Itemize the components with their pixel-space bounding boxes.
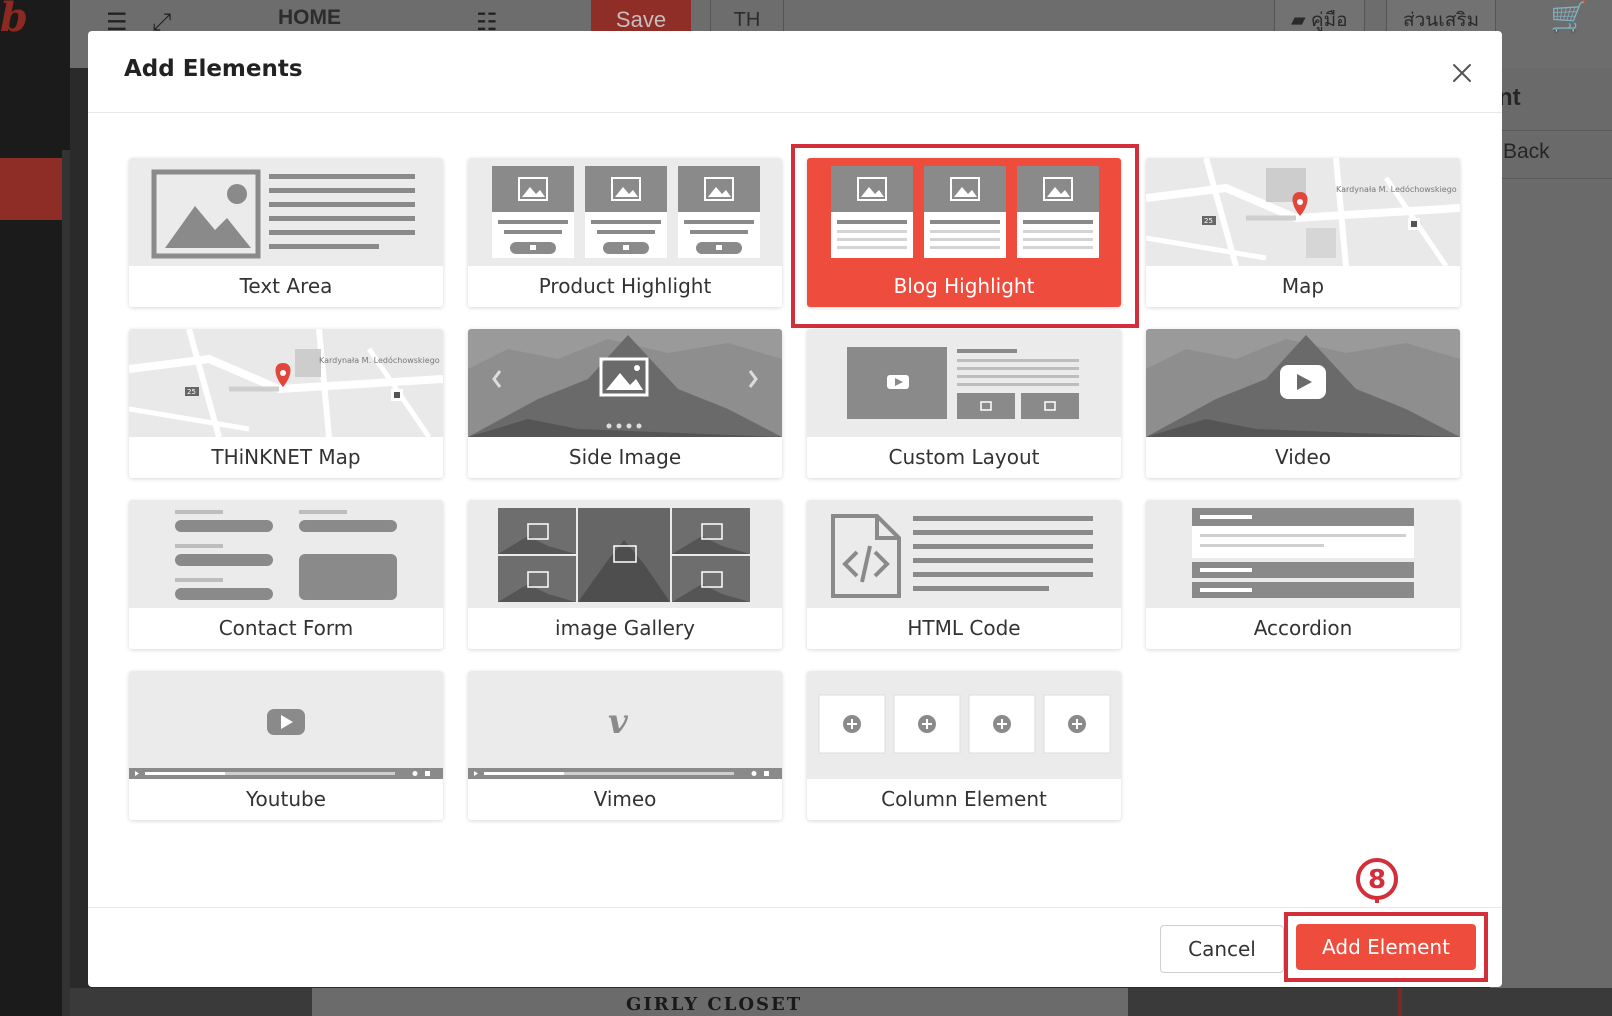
modal-footer: Cancel Add Element	[88, 907, 1502, 987]
brand-logo: b	[0, 0, 28, 41]
close-icon[interactable]	[1446, 57, 1478, 89]
column-element-thumbnail	[807, 671, 1121, 779]
element-label: THiNKNET Map	[211, 445, 361, 469]
element-label: Youtube	[246, 787, 326, 811]
side-panel: nt Back	[1490, 68, 1612, 1016]
cart-icon[interactable]: 🛒	[1550, 0, 1587, 35]
page-name[interactable]: HOME	[278, 6, 341, 30]
element-label: Video	[1274, 445, 1332, 469]
video-thumbnail	[1146, 329, 1460, 437]
add-elements-modal: Add Elements Text Area Product Highlight…	[88, 31, 1502, 987]
element-card-side-image[interactable]: Side Image	[468, 329, 782, 478]
element-card-thinknet-map[interactable]: Kardynała M. Ledóchowskiego 25 THiNKNET …	[129, 329, 443, 478]
element-card-vimeo[interactable]: v Vimeo	[468, 671, 782, 820]
element-label: Text Area	[239, 274, 333, 298]
element-card-accordion[interactable]: Accordion	[1146, 500, 1460, 649]
cancel-button[interactable]: Cancel	[1160, 925, 1284, 973]
svg-text:Kardynała M. Ledóchowskiego: Kardynała M. Ledóchowskiego	[319, 355, 440, 365]
svg-text:Kardynała M. Ledóchowskiego: Kardynała M. Ledóchowskiego	[1336, 184, 1457, 194]
element-label: Map	[1281, 274, 1325, 298]
element-card-text-area[interactable]: Text Area	[129, 158, 443, 307]
modal-title: Add Elements	[124, 56, 303, 82]
book-icon: ▰	[1291, 10, 1306, 31]
vimeo-thumbnail: v	[468, 671, 782, 779]
element-label: Contact Form	[218, 616, 354, 640]
element-label: Column Element	[881, 787, 1047, 811]
element-card-map[interactable]: Kardynała M. Ledóchowskiego 25 Map	[1146, 158, 1460, 307]
youtube-thumbnail	[129, 671, 443, 779]
text-area-thumbnail	[129, 158, 443, 266]
page-canvas: GIRLY CLOSET	[312, 988, 1128, 1016]
element-label: HTML Code	[907, 616, 1021, 640]
selection-highlight-frame	[791, 144, 1139, 328]
page-bg	[70, 988, 312, 1016]
element-card-html-code[interactable]: HTML Code	[807, 500, 1121, 649]
contact-form-thumbnail	[129, 500, 443, 608]
manual-label: คู่มือ	[1310, 10, 1348, 31]
modal-header: Add Elements	[88, 31, 1502, 113]
element-label: Vimeo	[593, 787, 657, 811]
custom-layout-thumbnail	[807, 329, 1121, 437]
element-card-image-gallery[interactable]: image Gallery	[468, 500, 782, 649]
step-number-badge: 8	[1354, 857, 1400, 903]
thinknet-map-thumbnail: Kardynała M. Ledóchowskiego 25	[129, 329, 443, 437]
svg-text:25: 25	[1204, 217, 1213, 225]
element-card-column-element[interactable]: Column Element	[807, 671, 1121, 820]
left-rail-strip	[62, 150, 70, 1016]
left-rail: b	[0, 0, 70, 1016]
side-panel-divider	[1490, 130, 1612, 131]
accordion-thumbnail	[1146, 500, 1460, 608]
side-panel-divider	[1490, 178, 1612, 179]
element-label: Product Highlight	[538, 274, 712, 298]
left-rail-active-item[interactable]	[0, 158, 62, 220]
element-label: Accordion	[1253, 616, 1353, 640]
element-label: Side Image	[568, 445, 682, 469]
element-card-contact-form[interactable]: Contact Form	[129, 500, 443, 649]
page-accent	[1398, 988, 1402, 1016]
side-panel-back[interactable]: Back	[1503, 140, 1550, 164]
element-card-youtube[interactable]: Youtube	[129, 671, 443, 820]
element-label: Custom Layout	[888, 445, 1040, 469]
page-canvas-heading: GIRLY CLOSET	[626, 994, 803, 1015]
element-card-custom-layout[interactable]: Custom Layout	[807, 329, 1121, 478]
add-element-highlight-frame: Add Element	[1284, 912, 1488, 982]
element-label: image Gallery	[555, 616, 695, 640]
map-thumbnail: Kardynała M. Ledóchowskiego 25	[1146, 158, 1460, 266]
html-code-thumbnail	[807, 500, 1121, 608]
add-element-button[interactable]: Add Element	[1296, 924, 1476, 970]
svg-text:v: v	[608, 702, 629, 742]
product-highlight-thumbnail	[468, 158, 782, 266]
side-image-thumbnail	[468, 329, 782, 437]
element-card-product-highlight[interactable]: Product Highlight	[468, 158, 782, 307]
svg-text:25: 25	[187, 388, 196, 396]
step-number: 8	[1368, 865, 1386, 895]
image-gallery-thumbnail	[468, 500, 782, 608]
page-bg	[1128, 988, 1612, 1016]
element-card-video[interactable]: Video	[1146, 329, 1460, 478]
